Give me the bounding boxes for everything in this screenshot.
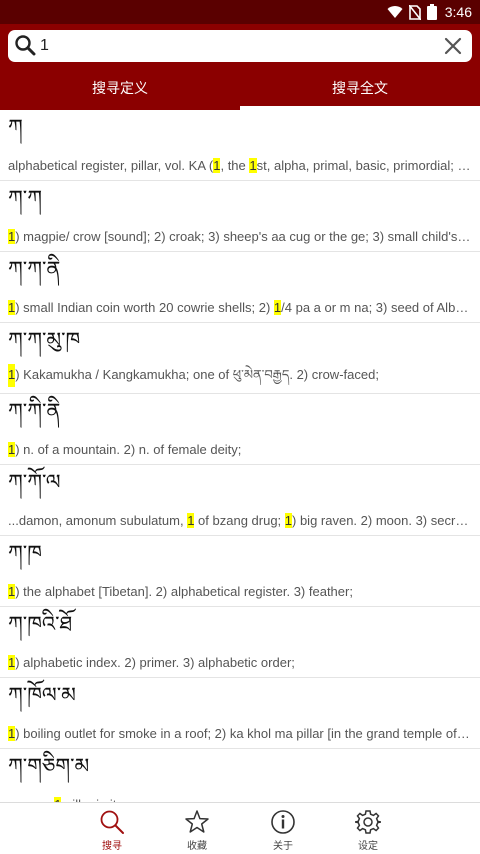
result-definition: ...damon, amonum subulatum, 1 of bzang d…	[8, 505, 472, 535]
result-item[interactable]: ཀ་ཀ་མུ་ཁ 1) Kakamukha / Kangkamukha; one …	[0, 323, 480, 394]
definition-text: alphabetical register, pillar, vol. KA (…	[8, 157, 472, 173]
result-headword: ཀ་ཁའི་ཐོ	[8, 611, 73, 636]
status-bar: 3:46	[0, 0, 480, 24]
star-icon	[185, 810, 209, 833]
definition-text: 1) boiling outlet for smoke in a roof; 2…	[8, 725, 472, 741]
result-item[interactable]: ཀ་ཁའི་ཐོ 1) alphabetic index. 2) primer. …	[0, 607, 480, 678]
gear-icon	[355, 810, 381, 834]
definition-text: 1) the alphabet [Tibetan]. 2) alphabetic…	[8, 583, 353, 599]
tab-label: 搜寻定义	[92, 81, 148, 97]
battery-icon	[426, 4, 437, 20]
definition-segment: alphabetical register, pillar, vol. KA (	[8, 157, 214, 173]
result-item[interactable]: ཀ་གཅིག་མ room w 1 pillar in it;	[0, 749, 480, 802]
match-highlight: 1	[249, 157, 257, 173]
result-definition: 1) alphabetic index. 2) primer. 3) alpha…	[8, 647, 472, 677]
results-list[interactable]: ཀ alphabetical register, pillar, vol. KA …	[0, 110, 480, 802]
definition-text: 1) n. of a mountain. 2) n. of female dei…	[8, 441, 242, 457]
definition-segment: , the	[220, 157, 250, 173]
result-headword: ཀ་ཁ	[8, 540, 42, 565]
definition-segment: ) the alphabet [Tibetan]. 2) alphabetica…	[15, 583, 353, 599]
nav-label: 设定	[358, 841, 378, 852]
result-headword: ཀ་གཅིག་མ	[8, 753, 90, 778]
definition-segment: ) big raven. 2) moon. 3) secret abode of…	[292, 512, 472, 528]
tab-search-fulltext[interactable]: 搜寻全文	[240, 66, 480, 110]
search-mode-tabs: 搜寻定义 搜寻全文	[0, 66, 480, 110]
nav-settings[interactable]: 设定	[338, 803, 398, 854]
clear-search-icon[interactable]	[444, 37, 462, 55]
result-definition: 1) Kakamukha / Kangkamukha; one of ཕུ་མེ…	[8, 363, 472, 393]
result-item[interactable]: ཀ alphabetical register, pillar, vol. KA …	[0, 110, 480, 181]
definition-segment: /4 pa a or m na; 3) seed of Albrus preca…	[281, 299, 472, 315]
result-definition: 1) the alphabet [Tibetan]. 2) alphabetic…	[8, 576, 472, 606]
wifi-icon	[387, 6, 403, 19]
definition-segment: ) small Indian coin worth 20 cowrie shel…	[15, 299, 274, 315]
result-definition: 1) n. of a mountain. 2) n. of female dei…	[8, 434, 472, 464]
tab-search-definitions[interactable]: 搜寻定义	[0, 66, 240, 110]
definition-segment: of bzang drug;	[194, 512, 285, 528]
nav-about[interactable]: 关于	[253, 803, 313, 854]
definition-text: 1) Kakamukha / Kangkamukha; one of ཕུ་མེ…	[8, 363, 379, 393]
definition-text: 1) alphabetic index. 2) primer. 3) alpha…	[8, 654, 295, 670]
result-definition: alphabetical register, pillar, vol. KA (…	[8, 150, 472, 180]
result-definition: room w 1 pillar in it;	[8, 789, 472, 802]
nav-label: 搜寻	[102, 841, 122, 852]
definition-segment: ) n. of a mountain. 2) n. of female deit…	[15, 441, 242, 457]
definition-segment: ) alphabetic index. 2) primer. 3) alphab…	[15, 654, 295, 670]
search-icon	[15, 35, 36, 56]
result-headword: ཀ	[8, 114, 23, 139]
definition-segment: ) magpie/ crow [sound]; 2) croak; 3) she…	[15, 228, 472, 244]
definition-text: 1) magpie/ crow [sound]; 2) croak; 3) sh…	[8, 228, 472, 244]
definition-text: ...damon, amonum subulatum, 1 of bzang d…	[8, 512, 472, 528]
result-item[interactable]: ཀ་ཁོལ་མ 1) boiling outlet for smoke in a …	[0, 678, 480, 749]
definition-segment: ) Kakamukha / Kangkamukha; one of ཕུ་མེན…	[15, 366, 379, 382]
status-icons: 3:46	[387, 0, 472, 24]
info-icon	[271, 810, 295, 834]
result-headword: ཀ་ཀ	[8, 185, 42, 210]
result-headword: ཀ་ཀོ་ལ	[8, 469, 61, 494]
result-item[interactable]: ཀ་ཀོ་ལ ...damon, amonum subulatum, 1 of b…	[0, 465, 480, 536]
nav-label: 收藏	[187, 841, 207, 852]
status-time: 3:46	[444, 4, 472, 20]
nav-label: 关于	[273, 841, 293, 852]
result-item[interactable]: ཀ་ཀི་ནི 1) n. of a mountain. 2) n. of fem…	[0, 394, 480, 465]
no-sim-icon	[408, 4, 421, 20]
result-item[interactable]: ཀ་ཁ 1) the alphabet [Tibetan]. 2) alphabe…	[0, 536, 480, 607]
search-icon	[100, 810, 124, 834]
result-definition: 1) small Indian coin worth 20 cowrie she…	[8, 292, 472, 322]
match-highlight: 1	[284, 512, 293, 528]
result-headword: ཀ་ཁོལ་མ	[8, 682, 76, 707]
definition-text: 1) small Indian coin worth 20 cowrie she…	[8, 299, 472, 315]
bottom-nav: 搜寻 收藏 关于 设定	[0, 802, 480, 854]
app-bar: 搜寻定义 搜寻全文	[0, 24, 480, 110]
tab-label: 搜寻全文	[332, 81, 388, 97]
nav-search[interactable]: 搜寻	[82, 803, 142, 854]
result-headword: ཀ་ཀི་ནི	[8, 398, 61, 423]
result-item[interactable]: ཀ་ཀ་ནི 1) small Indian coin worth 20 cowr…	[0, 252, 480, 323]
definition-segment: ) boiling outlet for smoke in a roof; 2)…	[15, 725, 472, 741]
result-headword: ཀ་ཀ་མུ་ཁ	[8, 327, 81, 352]
result-item[interactable]: ཀ་ཀ 1) magpie/ crow [sound]; 2) croak; 3)…	[0, 181, 480, 252]
search-input[interactable]	[40, 34, 430, 58]
result-headword: ཀ་ཀ་ནི	[8, 256, 61, 281]
result-definition: 1) boiling outlet for smoke in a roof; 2…	[8, 718, 472, 748]
definition-segment: ...damon, amonum subulatum,	[8, 512, 188, 528]
nav-favorites[interactable]: 收藏	[167, 803, 227, 854]
search-box[interactable]	[8, 30, 472, 62]
definition-segment: st, alpha, primal, basic, primordial; KA…	[256, 157, 472, 173]
result-definition: 1) magpie/ crow [sound]; 2) croak; 3) sh…	[8, 221, 472, 251]
